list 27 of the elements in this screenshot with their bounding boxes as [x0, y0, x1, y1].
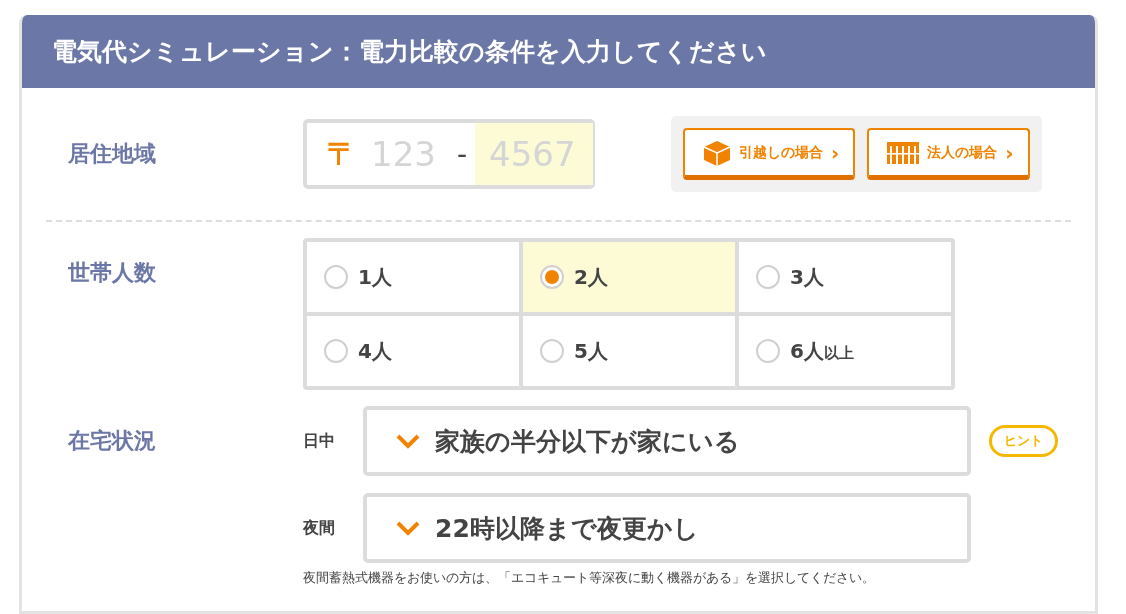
- note-text: 夜間蓄熱式機器をお使いの方は、「エコキュート等深夜に動く機器がある」を選択してください。: [303, 570, 876, 585]
- radio-icon: [756, 339, 780, 363]
- postal-mark: 〒: [327, 134, 357, 173]
- radio-option[interactable]: 3人: [739, 242, 951, 312]
- radio-option[interactable]: 5人: [523, 316, 735, 386]
- select-field[interactable]: 22時以降まで夜更かし: [363, 493, 971, 563]
- radio-option[interactable]: 2人: [523, 242, 735, 312]
- chevron-down-icon: [395, 520, 421, 536]
- radio-icon: [756, 265, 780, 289]
- field-label: 居住地域: [68, 140, 157, 168]
- select-label: 夜間: [303, 517, 336, 539]
- radio-option[interactable]: 1人: [307, 242, 519, 312]
- chevron-down-icon: [395, 433, 421, 449]
- box-icon: [703, 139, 731, 166]
- field-label: 在宅状況: [68, 427, 157, 455]
- radio-icon: [540, 265, 564, 289]
- radio-option[interactable]: 4人: [307, 316, 519, 386]
- radio-icon: [540, 339, 564, 363]
- building-icon: [887, 141, 920, 164]
- select-label: 日中: [303, 430, 336, 452]
- separator: -: [457, 137, 468, 171]
- radio-icon: [324, 339, 348, 363]
- page-title: 電気代シミュレーション：電力比較の条件を入力してください: [52, 36, 767, 68]
- field-label: 世帯人数: [68, 259, 157, 287]
- radio-icon: [324, 265, 348, 289]
- select-field[interactable]: 家族の半分以下が家にいる: [363, 406, 971, 476]
- radio-option[interactable]: 6人以上: [739, 316, 951, 386]
